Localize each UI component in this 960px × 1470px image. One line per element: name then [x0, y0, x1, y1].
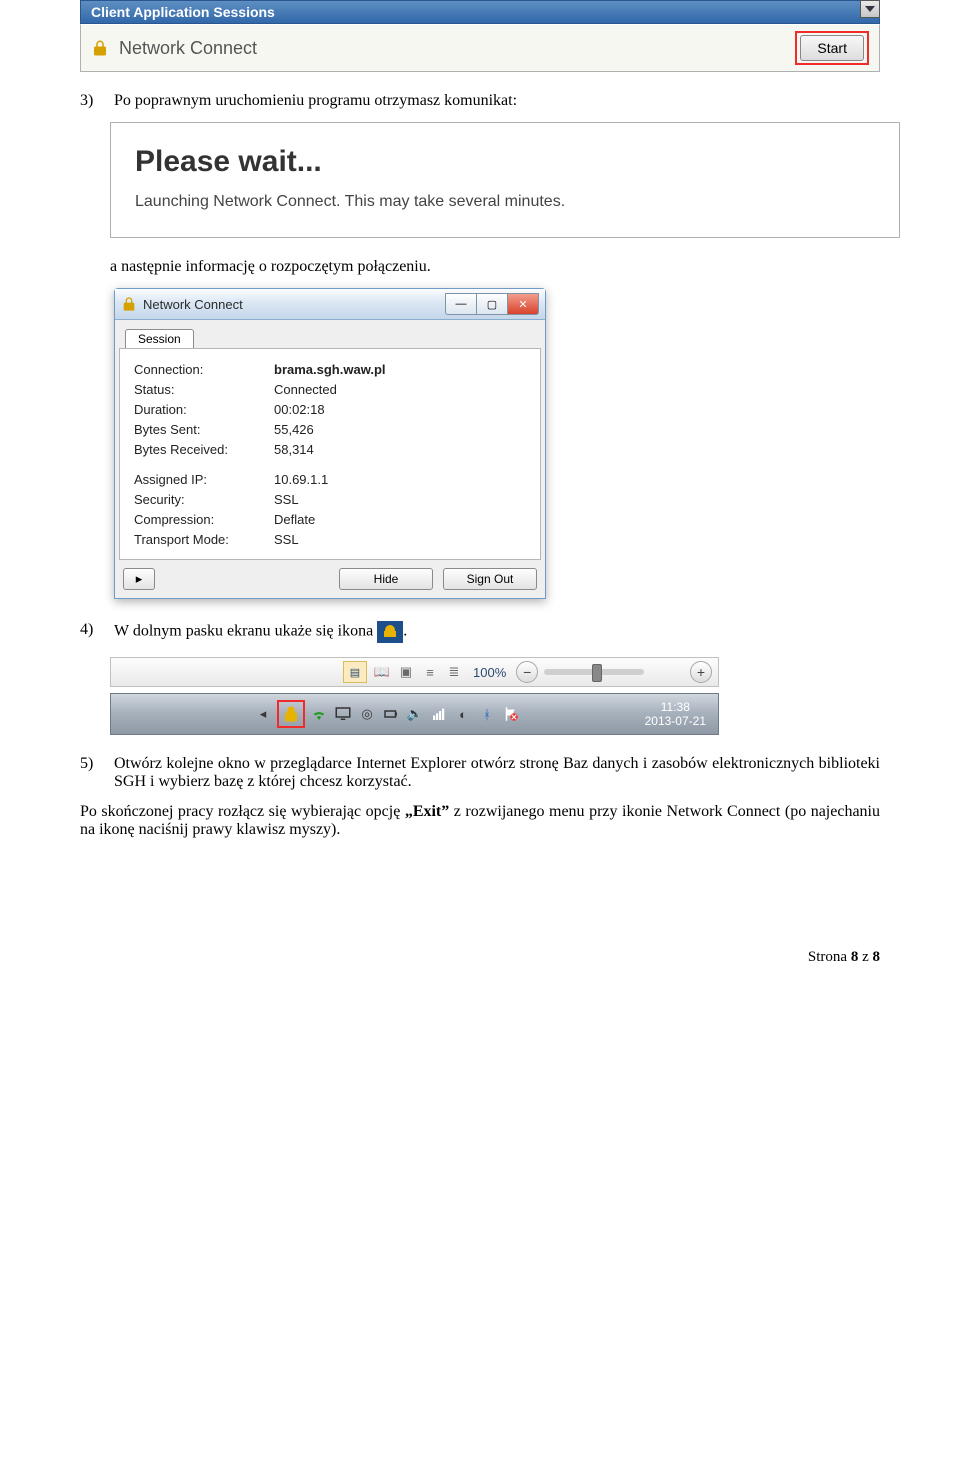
- footer-b: z: [858, 949, 872, 965]
- step-3-text-b: a następnie informację o rozpoczętym poł…: [110, 258, 880, 276]
- page-footer: Strona 8 z 8: [80, 949, 880, 966]
- step-5: 5) Otwórz kolejne okno w przeglądarce In…: [80, 755, 880, 791]
- tray-network-connect-highlight: [277, 700, 305, 728]
- value-status: Connected: [274, 382, 337, 397]
- step-3-text-a: Po poprawnym uruchomieniu programu otrzy…: [114, 92, 517, 110]
- tray-flag-icon[interactable]: [501, 704, 521, 724]
- ie-zoom-bar: ▤ 📖 ▣ ≡ ≣ 100% − +: [110, 657, 719, 687]
- label-bytes-sent: Bytes Sent:: [134, 422, 274, 437]
- zoom-out-button[interactable]: −: [516, 661, 538, 683]
- step-3: 3) Po poprawnym uruchomieniu programu ot…: [80, 92, 880, 110]
- tray-battery-icon[interactable]: [381, 704, 401, 724]
- signout-button[interactable]: Sign Out: [443, 568, 537, 590]
- footer-total: 8: [873, 949, 881, 965]
- minimize-button[interactable]: —: [445, 293, 477, 315]
- clock-time: 11:38: [645, 700, 706, 714]
- lock-icon: [121, 296, 137, 312]
- value-assigned-ip: 10.69.1.1: [274, 472, 328, 487]
- please-wait-message: Please wait... Launching Network Connect…: [110, 122, 900, 238]
- step-4-text-end: .: [403, 623, 407, 640]
- top-panel: Client Application Sessions Network Conn…: [80, 0, 880, 72]
- zoom-slider[interactable]: [544, 669, 644, 675]
- start-button-highlight: Start: [795, 31, 869, 65]
- network-connect-window: Network Connect — ▢ ✕ Session Connection…: [114, 288, 546, 599]
- tray-globe-icon[interactable]: ◐: [453, 704, 473, 724]
- value-bytes-received: 58,314: [274, 442, 314, 457]
- tray-disc-icon[interactable]: ◎: [357, 704, 377, 724]
- value-transport-mode: SSL: [274, 532, 299, 547]
- taskbar-clock[interactable]: 11:38 2013-07-21: [639, 700, 712, 728]
- label-security: Security:: [134, 492, 274, 507]
- step-5-number: 5): [80, 755, 106, 773]
- reading-view-icon[interactable]: ▤: [343, 661, 367, 683]
- value-bytes-sent: 55,426: [274, 422, 314, 437]
- start-button[interactable]: Start: [800, 35, 864, 61]
- tray-volume-icon[interactable]: 🔈: [405, 704, 425, 724]
- lock-icon: [91, 39, 109, 57]
- label-connection: Connection:: [134, 362, 274, 377]
- nc-titlebar: Network Connect — ▢ ✕: [115, 289, 545, 320]
- tray-wifi-icon[interactable]: [309, 704, 329, 724]
- label-compression: Compression:: [134, 512, 274, 527]
- tray-arrow-icon[interactable]: ◂: [253, 704, 273, 724]
- book-icon[interactable]: 📖: [373, 663, 391, 681]
- label-transport-mode: Transport Mode:: [134, 532, 274, 547]
- value-connection: brama.sgh.waw.pl: [274, 362, 386, 377]
- footer-a: Strona: [808, 949, 851, 965]
- windows-taskbar: ◂ ◎ 🔈 ◐ ᚼ 11:38 2013-07-21: [110, 693, 719, 735]
- feed-icon[interactable]: ▣: [397, 663, 415, 681]
- print-icon[interactable]: ≡: [421, 663, 439, 681]
- label-bytes-received: Bytes Received:: [134, 442, 274, 457]
- zoom-in-button[interactable]: +: [690, 661, 712, 683]
- step-4-text: W dolnym pasku ekranu ukaże się ikona: [114, 623, 373, 640]
- step-5-note-b: „Exit”: [405, 803, 449, 820]
- close-button[interactable]: ✕: [508, 293, 539, 315]
- step-3-number: 3): [80, 92, 106, 110]
- step-4-number: 4): [80, 621, 106, 639]
- tray-nc-icon[interactable]: [282, 705, 300, 723]
- panel-dropdown-toggle[interactable]: [860, 0, 880, 18]
- tray-bluetooth-icon[interactable]: ᚼ: [477, 704, 497, 724]
- maximize-button[interactable]: ▢: [477, 293, 508, 315]
- value-security: SSL: [274, 492, 299, 507]
- value-compression: Deflate: [274, 512, 315, 527]
- step-5-note-a: Po skończonej pracy rozłącz się wybieraj…: [80, 803, 405, 820]
- session-info: Connection:brama.sgh.waw.pl Status:Conne…: [119, 348, 541, 560]
- network-connect-tray-icon: [377, 621, 403, 643]
- tray-monitor-icon[interactable]: [333, 704, 353, 724]
- step-5-note: Po skończonej pracy rozłącz się wybieraj…: [80, 803, 880, 839]
- value-duration: 00:02:18: [274, 402, 325, 417]
- hide-button[interactable]: Hide: [339, 568, 433, 590]
- network-connect-row: Network Connect Start: [80, 24, 880, 72]
- tab-session[interactable]: Session: [125, 329, 194, 348]
- mail-icon[interactable]: ≣: [445, 663, 463, 681]
- step-5-text: Otwórz kolejne okno w przeglądarce Inter…: [114, 755, 880, 791]
- please-wait-title: Please wait...: [135, 145, 875, 179]
- label-status: Status:: [134, 382, 274, 397]
- please-wait-subtitle: Launching Network Connect. This may take…: [135, 193, 875, 211]
- zoom-percent: 100%: [473, 665, 506, 680]
- label-duration: Duration:: [134, 402, 274, 417]
- nc-window-title: Network Connect: [143, 297, 445, 312]
- tray-signal-icon[interactable]: [429, 704, 449, 724]
- network-connect-label: Network Connect: [119, 38, 257, 59]
- clock-date: 2013-07-21: [645, 714, 706, 728]
- step-4: 4) W dolnym pasku ekranu ukaże się ikona…: [80, 621, 880, 643]
- panel-header: Client Application Sessions: [80, 0, 880, 24]
- panel-header-title: Client Application Sessions: [91, 4, 275, 20]
- expand-arrow-button[interactable]: ▸: [123, 568, 155, 590]
- label-assigned-ip: Assigned IP:: [134, 472, 274, 487]
